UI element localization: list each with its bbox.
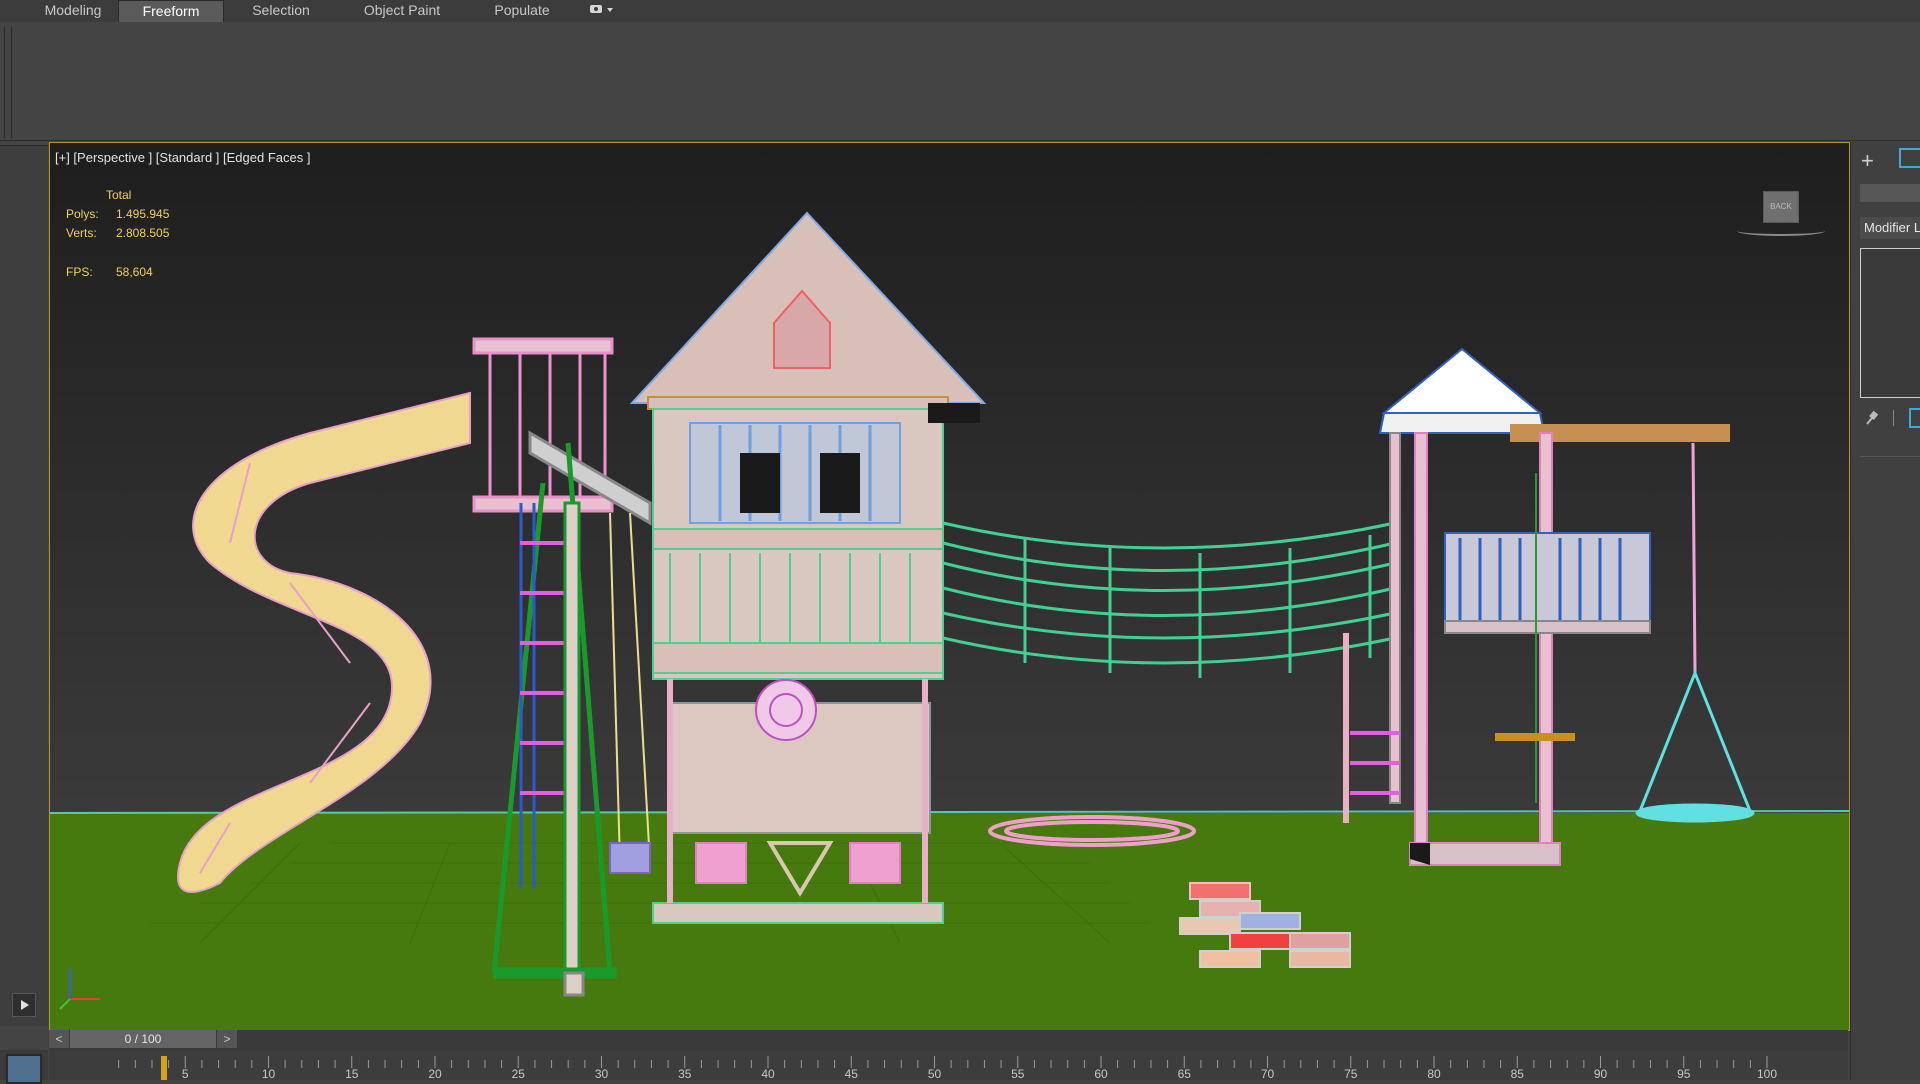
viewcube-compass[interactable]	[1737, 226, 1825, 236]
stats-verts-label: Verts:	[66, 226, 97, 240]
stack-separator	[1893, 410, 1894, 426]
mini-curve-editor	[0, 1050, 48, 1084]
track-bar[interactable]: 5 10 15 20 25 30 35 40 45 50 55 60 65 70 75 80 85 90 95 100	[49, 1050, 1848, 1080]
stats-polys-label: Polys:	[66, 207, 99, 221]
ribbon-grip[interactable]	[4, 26, 12, 138]
time-slider-bar: < 0 / 100 >	[49, 1030, 1848, 1050]
stats-polys-value: 1.495.945	[116, 207, 170, 221]
stats-fps-label: FPS:	[66, 265, 93, 279]
timeline-tick-label: 10	[262, 1067, 276, 1080]
tab-populate[interactable]: Populate	[478, 0, 566, 22]
timeline-tick-label: 5	[182, 1067, 189, 1080]
timeline-tick-label: 75	[1344, 1067, 1358, 1080]
modifier-stack[interactable]	[1860, 248, 1920, 398]
timeline-tick-label: 45	[845, 1067, 859, 1080]
create-plus-icon[interactable]: +	[1861, 148, 1874, 174]
left-toolbar	[0, 146, 48, 1026]
tab-modeling[interactable]: Modeling	[28, 0, 118, 22]
stats-fps-value: 58,604	[116, 265, 153, 279]
modify-panel-icon[interactable]	[1899, 148, 1920, 168]
tab-selection[interactable]: Selection	[238, 0, 324, 22]
tab-freeform[interactable]: Freeform	[118, 0, 224, 22]
ground-plane	[50, 813, 1849, 1030]
timeline-tick-label: 30	[595, 1067, 609, 1080]
pin-stack-icon[interactable]	[1865, 410, 1879, 429]
track-ruler[interactable]: 5 10 15 20 25 30 35 40 45 50 55 60 65 70 75 80 85 90 95 100	[111, 1050, 1781, 1080]
stats-total-label: Total	[106, 188, 132, 202]
viewcube[interactable]: BACK	[1763, 191, 1799, 223]
timeline-tick-label: 35	[678, 1067, 692, 1080]
ribbon-tab-bar: Modeling Freeform Selection Object Paint…	[0, 0, 1920, 22]
timeline-tick-label: 90	[1594, 1067, 1608, 1080]
ribbon-panel	[0, 22, 1920, 141]
eye-dropdown-icon[interactable]	[584, 0, 618, 22]
object-name-field[interactable]	[1860, 184, 1920, 202]
timeline-tick-label: 20	[428, 1067, 442, 1080]
viewport-scene[interactable]	[50, 143, 1849, 1030]
perspective-viewport[interactable]: [+] [Perspective ] [Standard ] [Edged Fa…	[49, 142, 1850, 1031]
current-frame-marker[interactable]	[161, 1056, 167, 1080]
timeline-tick-label: 15	[345, 1067, 359, 1080]
timeline-tick-label: 95	[1677, 1067, 1691, 1080]
time-prev-button[interactable]: <	[49, 1030, 69, 1048]
timeline-tick-label: 50	[928, 1067, 942, 1080]
time-slider[interactable]: 0 / 100	[70, 1030, 216, 1048]
tab-object-paint[interactable]: Object Paint	[352, 0, 452, 22]
viewport-label[interactable]: [+] [Perspective ] [Standard ] [Edged Fa…	[55, 150, 310, 165]
timeline-tick-label: 40	[761, 1067, 775, 1080]
timeline-tick-label: 80	[1427, 1067, 1441, 1080]
timeline-tick-label: 60	[1094, 1067, 1108, 1080]
modifier-list-dropdown[interactable]: Modifier Li	[1860, 217, 1920, 239]
show-end-result-icon[interactable]	[1909, 408, 1920, 428]
timeline-tick-label: 55	[1011, 1067, 1025, 1080]
panel-divider	[1860, 456, 1920, 457]
time-next-button[interactable]: >	[217, 1030, 237, 1048]
timeline-tick-label: 100	[1757, 1067, 1777, 1080]
timeline-tick-label: 85	[1511, 1067, 1525, 1080]
timeline-tick-label: 65	[1178, 1067, 1192, 1080]
timeline-tick-label: 25	[512, 1067, 526, 1080]
command-panel: + Modifier Li	[1850, 142, 1920, 1080]
timeline-tick-label: 70	[1261, 1067, 1275, 1080]
play-icon[interactable]	[12, 993, 36, 1017]
stats-verts-value: 2.808.505	[116, 226, 170, 240]
